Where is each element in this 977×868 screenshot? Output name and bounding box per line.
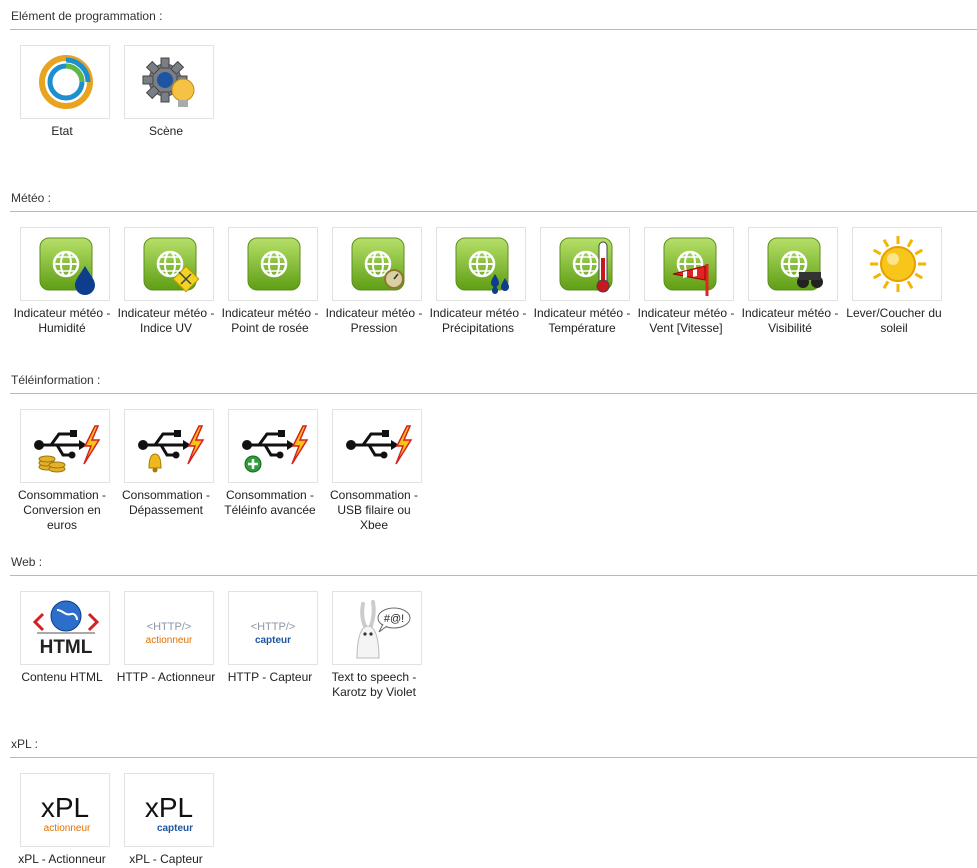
svg-text:HTML: HTML [40,637,93,658]
widget-button[interactable] [20,409,110,483]
xpl-sensor-icon: xPL capteur [145,792,193,834]
widget-button[interactable] [332,227,422,301]
weather-uv-icon [143,237,200,293]
section-divider [10,211,977,212]
section-title: Elément de programmation : [11,9,163,23]
widget-label: Consommation - Téléinfo avancée [224,488,316,517]
html-globe-icon: HTML [32,600,100,658]
widget-button[interactable] [748,227,838,301]
widget-button[interactable] [124,409,214,483]
svg-text:<HTTP/>: <HTTP/> [147,621,192,633]
widget-label: Indicateur météo - Vent [Vitesse] [637,306,735,335]
section-divider [10,393,977,394]
widget-button[interactable] [228,227,318,301]
widget-label: Indicateur météo - Précipitations [429,306,527,335]
widget-label: Consommation - Conversion en euros [17,488,107,532]
section-title: Météo : [11,191,52,205]
widget-button[interactable] [644,227,734,301]
widget-label: Lever/Coucher du soleil [846,306,942,335]
usb-plus-icon [242,425,309,473]
widget-label: Consommation - Dépassement [121,488,211,517]
weather-wind-icon [663,237,717,296]
widget-button[interactable] [540,227,630,301]
section-divider [10,575,977,576]
widget-button[interactable]: xPL capteur [124,773,214,847]
widget-button[interactable]: #@! [332,591,422,665]
widget-label: xPL - Capteur [129,852,203,866]
widget-button[interactable] [436,227,526,301]
widget-button[interactable] [332,409,422,483]
usb-bell-icon [138,425,205,473]
svg-text:capteur: capteur [157,823,193,834]
widget-label: Scène [148,124,184,138]
sun-icon [870,236,926,292]
http-actuator-icon: <HTTP/> actionneur [146,621,193,646]
usb-lightning-icon [346,425,413,465]
widget-button[interactable] [124,45,214,119]
svg-text:#@!: #@! [384,613,404,625]
weather-pressure-icon [351,237,405,291]
widget-button[interactable] [124,227,214,301]
http-sensor-icon: <HTTP/> capteur [251,621,296,646]
gear-bulb-icon [142,57,195,107]
svg-text:xPL: xPL [145,792,193,823]
widget-button[interactable]: <HTTP/> capteur [228,591,318,665]
weather-humidity-icon [39,237,95,295]
widget-label: HTTP - Actionneur [116,670,216,684]
section-divider [10,757,977,758]
weather-visibility-icon [767,237,823,291]
widget-label: Etat [51,124,73,138]
widget-button[interactable] [852,227,942,301]
svg-text:actionneur: actionneur [44,823,91,834]
widget-label: Contenu HTML [21,670,103,684]
svg-text:capteur: capteur [255,635,291,646]
widget-label: Indicateur météo - Indice UV [117,306,215,335]
karotz-rabbit-icon: #@! [356,600,411,659]
widget-button[interactable]: <HTTP/> actionneur [124,591,214,665]
usb-coins-icon [34,425,101,473]
xpl-actuator-icon: xPL actionneur [41,792,91,834]
widget-label: Indicateur météo - Visibilité [741,306,839,335]
widget-button[interactable]: xPL actionneur [20,773,110,847]
widget-button[interactable] [20,45,110,119]
widget-button[interactable] [20,227,110,301]
widget-label: Indicateur météo - Point de rosée [221,306,319,335]
widget-label: Text to speech - Karotz by Violet [331,670,417,699]
widget-button[interactable] [228,409,318,483]
widget-label: xPL - Actionneur [18,852,106,866]
svg-text:<HTTP/>: <HTTP/> [251,621,296,633]
section-title: Web : [11,555,43,569]
widget-button[interactable]: HTML [20,591,110,665]
widget-label: Indicateur météo - Température [533,306,631,335]
weather-dewpoint-icon [247,237,301,291]
status-ring-icon [39,55,93,109]
widget-label: Indicateur météo - Pression [325,306,423,335]
widget-label: Consommation - USB filaire ou Xbee [329,488,419,532]
widget-label: Indicateur météo - Humidité [13,306,111,335]
svg-text:actionneur: actionneur [146,635,193,646]
section-title: xPL : [11,737,38,751]
svg-text:xPL: xPL [41,792,89,823]
weather-temperature-icon [559,237,613,293]
weather-precipitation-icon [455,237,509,294]
widget-label: HTTP - Capteur [227,670,313,684]
section-title: Téléinformation : [11,373,101,387]
section-divider [10,29,977,30]
